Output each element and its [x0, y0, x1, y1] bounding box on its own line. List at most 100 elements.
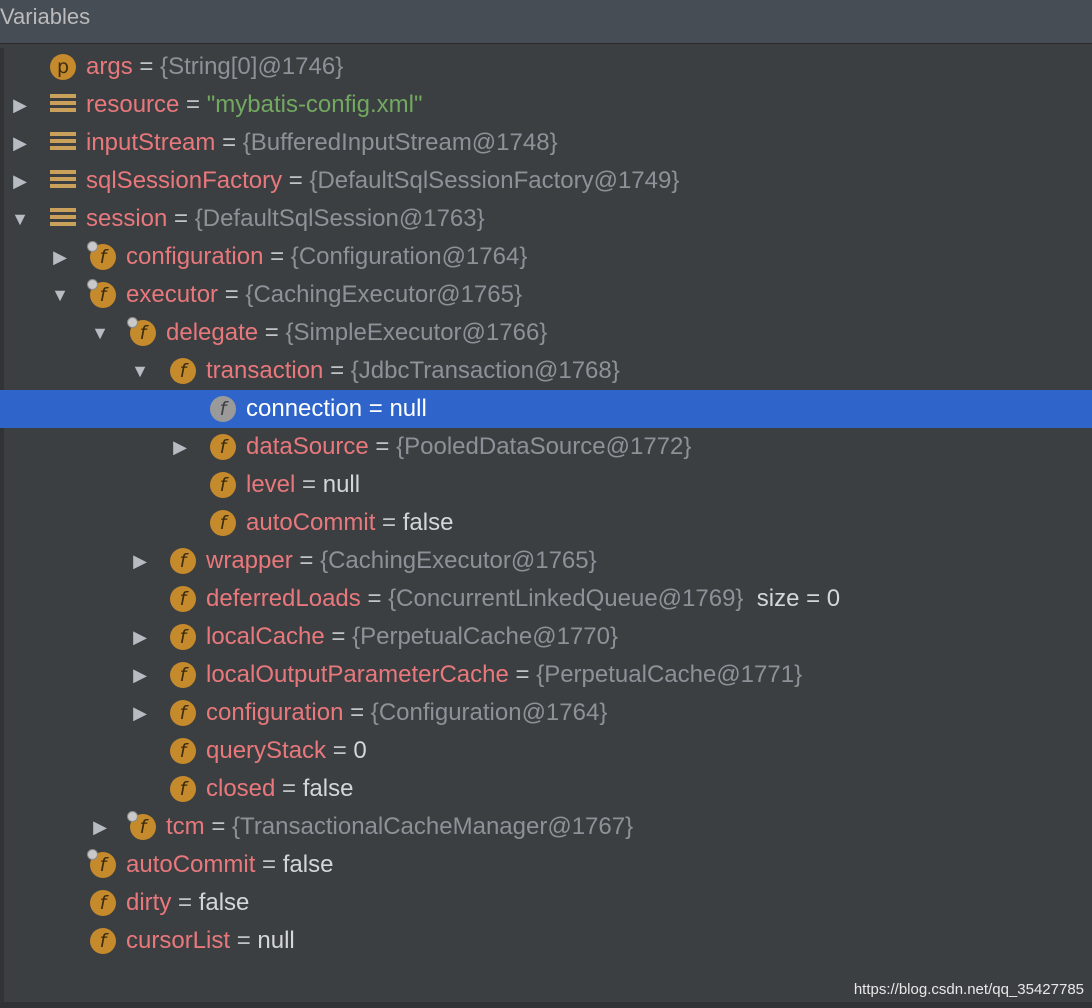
equals-sign: = — [171, 889, 199, 916]
expand-arrow-icon[interactable] — [90, 808, 110, 846]
expand-arrow-icon[interactable] — [170, 428, 190, 466]
protected-badge-icon — [127, 811, 138, 822]
tree-row-cursorList[interactable]: cursorList = null — [0, 922, 1092, 960]
tree-row-configuration[interactable]: configuration = {Configuration@1764} — [0, 694, 1092, 732]
variable-value: {PerpetualCache@1770} — [352, 623, 618, 650]
tree-row-deferredLoads[interactable]: deferredLoads = {ConcurrentLinkedQueue@1… — [0, 580, 1092, 618]
tree-row-tcm[interactable]: tcm = {TransactionalCacheManager@1767} — [0, 808, 1092, 846]
parameter-icon — [50, 54, 76, 80]
protected-badge-icon — [87, 849, 98, 860]
equals-sign: = — [204, 813, 233, 840]
collapse-arrow-icon[interactable] — [90, 314, 110, 352]
variable-value: {PooledDataSource@1772} — [396, 433, 692, 460]
variable-text: localOutputParameterCache = {PerpetualCa… — [206, 656, 802, 694]
variable-name: autoCommit — [246, 509, 376, 536]
variable-text: dirty = false — [126, 884, 249, 922]
variable-value: {PerpetualCache@1771} — [536, 661, 803, 688]
tree-row-localCache[interactable]: localCache = {PerpetualCache@1770} — [0, 618, 1092, 656]
variable-text: autoCommit = false — [246, 504, 453, 542]
protected-badge-icon — [87, 279, 98, 290]
variable-value: 0 — [353, 737, 367, 764]
field-icon — [170, 358, 196, 384]
variable-value: {DefaultSqlSession@1763} — [194, 205, 485, 232]
field-icon — [87, 241, 116, 270]
variable-text: wrapper = {CachingExecutor@1765} — [206, 542, 597, 580]
variable-name: executor — [126, 281, 219, 308]
tree-row-queryStack[interactable]: queryStack = 0 — [0, 732, 1092, 770]
variable-name: queryStack — [206, 737, 327, 764]
variable-text: transaction = {JdbcTransaction@1768} — [206, 352, 620, 390]
field-icon — [170, 738, 196, 764]
variable-name: tcm — [166, 813, 205, 840]
tree-row-dataSource[interactable]: dataSource = {PooledDataSource@1772} — [0, 428, 1092, 466]
tree-row-args[interactable]: args = {String[0]@1746} — [0, 48, 1092, 86]
tree-row-localOutputParameterCache[interactable]: localOutputParameterCache = {PerpetualCa… — [0, 656, 1092, 694]
collapse-arrow-icon[interactable] — [130, 352, 150, 390]
variable-name: configuration — [126, 243, 264, 270]
field-icon — [90, 890, 116, 916]
equals-sign: = — [258, 319, 286, 346]
expand-arrow-icon[interactable] — [130, 618, 150, 656]
variable-text: configuration = {Configuration@1764} — [126, 238, 527, 276]
tree-row-autoCommit[interactable]: autoCommit = false — [0, 846, 1092, 884]
variable-value: {Configuration@1764} — [370, 699, 608, 726]
field-icon — [170, 662, 196, 688]
equals-sign: = — [282, 167, 310, 194]
variable-text: deferredLoads = {ConcurrentLinkedQueue@1… — [206, 580, 840, 618]
tree-row-sqlSessionFactory[interactable]: sqlSessionFactory = {DefaultSqlSessionFa… — [0, 162, 1092, 200]
variable-name: args — [86, 53, 133, 80]
field-icon — [210, 434, 236, 460]
expand-arrow-icon[interactable] — [130, 694, 150, 732]
tree-row-connection[interactable]: connection = null — [0, 390, 1092, 428]
variable-name: level — [246, 471, 296, 498]
expand-arrow-icon[interactable] — [10, 86, 30, 124]
variable-text: resource = "mybatis-config.xml" — [86, 86, 423, 124]
tree-row-inputStream[interactable]: inputStream = {BufferedInputStream@1748} — [0, 124, 1092, 162]
variable-name: wrapper — [206, 547, 293, 574]
protected-badge-icon — [87, 241, 98, 252]
tree-row-resource[interactable]: resource = "mybatis-config.xml" — [0, 86, 1092, 124]
variable-name: resource — [86, 91, 180, 118]
equals-sign: = — [323, 357, 351, 384]
field-icon — [127, 317, 156, 346]
variable-text: closed = false — [206, 770, 353, 808]
tree-row-delegate[interactable]: delegate = {SimpleExecutor@1766} — [0, 314, 1092, 352]
variable-text: localCache = {PerpetualCache@1770} — [206, 618, 618, 656]
tree-row-dirty[interactable]: dirty = false — [0, 884, 1092, 922]
tree-row-session[interactable]: session = {DefaultSqlSession@1763} — [0, 200, 1092, 238]
variable-text: executor = {CachingExecutor@1765} — [126, 276, 522, 314]
expand-arrow-icon[interactable] — [130, 542, 150, 580]
field-icon — [90, 928, 116, 954]
expand-arrow-icon[interactable] — [10, 124, 30, 162]
variable-text: dataSource = {PooledDataSource@1772} — [246, 428, 691, 466]
tree-row-level[interactable]: level = null — [0, 466, 1092, 504]
variable-value: {TransactionalCacheManager@1767} — [232, 813, 634, 840]
variable-name: closed — [206, 775, 276, 802]
equals-sign: = — [255, 851, 283, 878]
tree-row-closed[interactable]: closed = false — [0, 770, 1092, 808]
tree-row-configuration[interactable]: configuration = {Configuration@1764} — [0, 238, 1092, 276]
field-icon — [127, 811, 156, 840]
expand-arrow-icon[interactable] — [130, 656, 150, 694]
local-variable-icon — [50, 208, 76, 230]
field-icon — [210, 472, 236, 498]
equals-sign: = — [508, 661, 537, 688]
expand-arrow-icon[interactable] — [10, 162, 30, 200]
tree-row-transaction[interactable]: transaction = {JdbcTransaction@1768} — [0, 352, 1092, 390]
tree-row-executor[interactable]: executor = {CachingExecutor@1765} — [0, 276, 1092, 314]
variable-name: transaction — [206, 357, 324, 384]
variable-text: delegate = {SimpleExecutor@1766} — [166, 314, 547, 352]
tree-row-wrapper[interactable]: wrapper = {CachingExecutor@1765} — [0, 542, 1092, 580]
collapse-arrow-icon[interactable] — [10, 200, 30, 238]
tree-row-autoCommit[interactable]: autoCommit = false — [0, 504, 1092, 542]
field-icon — [87, 849, 116, 878]
variables-tree[interactable]: args = {String[0]@1746}resource = "mybat… — [0, 48, 1092, 1008]
variable-value: {BufferedInputStream@1748} — [242, 129, 558, 156]
collapse-arrow-icon[interactable] — [50, 276, 70, 314]
variable-value: {CachingExecutor@1765} — [320, 547, 597, 574]
variable-name: dataSource — [246, 433, 369, 460]
expand-arrow-icon[interactable] — [50, 238, 70, 276]
variable-name: localOutputParameterCache — [206, 661, 509, 688]
variable-name: dirty — [126, 889, 172, 916]
equals-sign: = — [343, 699, 371, 726]
